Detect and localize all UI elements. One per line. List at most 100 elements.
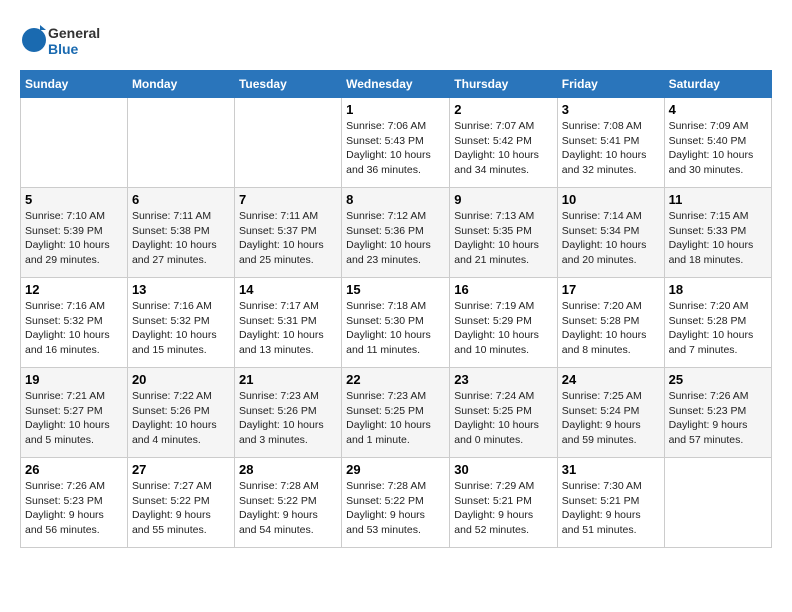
calendar-cell	[21, 98, 128, 188]
calendar-cell: 5Sunrise: 7:10 AM Sunset: 5:39 PM Daylig…	[21, 188, 128, 278]
calendar-cell: 8 Sunrise: 7:12 AM Sunset: 5:36 PM Daylig…	[342, 188, 450, 278]
day-info: Sunrise: 7:15 AM Sunset: 5:33 PM Dayligh…	[669, 210, 754, 266]
day-number: 10	[562, 192, 660, 207]
day-info: Sunrise: 7:23 AM Sunset: 5:26 PM Dayligh…	[239, 390, 324, 446]
calendar-cell: 16 Sunrise: 7:19 AM Sunset: 5:29 PM Dayli…	[450, 278, 558, 368]
day-info: Sunrise: 7:16 AM Sunset: 5:32 PM Dayligh…	[25, 300, 110, 356]
day-info: Sunrise: 7:11 AM Sunset: 5:38 PM Dayligh…	[132, 210, 217, 266]
day-number: 18	[669, 282, 767, 297]
calendar-cell: 11 Sunrise: 7:15 AM Sunset: 5:33 PM Dayli…	[664, 188, 771, 278]
weekday-header-row: SundayMondayTuesdayWednesdayThursdayFrid…	[21, 71, 772, 98]
day-number: 8	[346, 192, 445, 207]
day-number: 19	[25, 372, 123, 387]
day-number: 3	[562, 102, 660, 117]
calendar-body: 1 Sunrise: 7:06 AM Sunset: 5:43 PM Daylig…	[21, 98, 772, 548]
day-info: Sunrise: 7:07 AM Sunset: 5:42 PM Dayligh…	[454, 120, 539, 176]
calendar-cell: 31 Sunrise: 7:30 AM Sunset: 5:21 PM Dayli…	[557, 458, 664, 548]
calendar-week-row: 12 Sunrise: 7:16 AM Sunset: 5:32 PM Dayli…	[21, 278, 772, 368]
day-info: Sunrise: 7:25 AM Sunset: 5:24 PM Dayligh…	[562, 390, 642, 446]
calendar-cell: 9Sunrise: 7:13 AM Sunset: 5:35 PM Daylig…	[450, 188, 558, 278]
day-info: Sunrise: 7:09 AM Sunset: 5:40 PM Dayligh…	[669, 120, 754, 176]
logo-svg: GeneralBlue	[20, 20, 110, 60]
day-info: Sunrise: 7:27 AM Sunset: 5:22 PM Dayligh…	[132, 480, 212, 536]
calendar-cell: 21 Sunrise: 7:23 AM Sunset: 5:26 PM Dayli…	[234, 368, 341, 458]
calendar-cell: 25Sunrise: 7:26 AM Sunset: 5:23 PM Dayli…	[664, 368, 771, 458]
day-number: 7	[239, 192, 337, 207]
day-number: 27	[132, 462, 230, 477]
calendar-cell: 19 Sunrise: 7:21 AM Sunset: 5:27 PM Dayli…	[21, 368, 128, 458]
day-info: Sunrise: 7:16 AM Sunset: 5:32 PM Dayligh…	[132, 300, 217, 356]
calendar-cell	[127, 98, 234, 188]
calendar-cell: 10 Sunrise: 7:14 AM Sunset: 5:34 PM Dayli…	[557, 188, 664, 278]
day-info: Sunrise: 7:10 AM Sunset: 5:39 PM Dayligh…	[25, 210, 110, 266]
day-info: Sunrise: 7:06 AM Sunset: 5:43 PM Dayligh…	[346, 120, 431, 176]
day-info: Sunrise: 7:28 AM Sunset: 5:22 PM Dayligh…	[346, 480, 426, 536]
day-number: 29	[346, 462, 445, 477]
calendar-cell: 4 Sunrise: 7:09 AM Sunset: 5:40 PM Daylig…	[664, 98, 771, 188]
day-info: Sunrise: 7:20 AM Sunset: 5:28 PM Dayligh…	[669, 300, 754, 356]
calendar-cell: 12 Sunrise: 7:16 AM Sunset: 5:32 PM Dayli…	[21, 278, 128, 368]
day-info: Sunrise: 7:17 AM Sunset: 5:31 PM Dayligh…	[239, 300, 324, 356]
calendar-cell: 22Sunrise: 7:23 AM Sunset: 5:25 PM Dayli…	[342, 368, 450, 458]
day-number: 11	[669, 192, 767, 207]
day-info: Sunrise: 7:20 AM Sunset: 5:28 PM Dayligh…	[562, 300, 647, 356]
weekday-header-friday: Friday	[557, 71, 664, 98]
day-number: 21	[239, 372, 337, 387]
day-info: Sunrise: 7:29 AM Sunset: 5:21 PM Dayligh…	[454, 480, 534, 536]
calendar-cell: 15Sunrise: 7:18 AM Sunset: 5:30 PM Dayli…	[342, 278, 450, 368]
day-info: Sunrise: 7:26 AM Sunset: 5:23 PM Dayligh…	[25, 480, 105, 536]
calendar-week-row: 5Sunrise: 7:10 AM Sunset: 5:39 PM Daylig…	[21, 188, 772, 278]
day-number: 20	[132, 372, 230, 387]
calendar-cell	[664, 458, 771, 548]
svg-text:General: General	[48, 25, 100, 41]
day-number: 12	[25, 282, 123, 297]
day-info: Sunrise: 7:28 AM Sunset: 5:22 PM Dayligh…	[239, 480, 319, 536]
logo: GeneralBlue	[20, 20, 110, 60]
calendar-week-row: 19 Sunrise: 7:21 AM Sunset: 5:27 PM Dayli…	[21, 368, 772, 458]
day-number: 28	[239, 462, 337, 477]
calendar-cell: 29 Sunrise: 7:28 AM Sunset: 5:22 PM Dayli…	[342, 458, 450, 548]
day-number: 25	[669, 372, 767, 387]
day-number: 23	[454, 372, 553, 387]
day-number: 26	[25, 462, 123, 477]
calendar-cell: 30Sunrise: 7:29 AM Sunset: 5:21 PM Dayli…	[450, 458, 558, 548]
day-info: Sunrise: 7:13 AM Sunset: 5:35 PM Dayligh…	[454, 210, 539, 266]
weekday-header-thursday: Thursday	[450, 71, 558, 98]
calendar-cell: 13 Sunrise: 7:16 AM Sunset: 5:32 PM Dayli…	[127, 278, 234, 368]
calendar-cell: 2 Sunrise: 7:07 AM Sunset: 5:42 PM Daylig…	[450, 98, 558, 188]
day-number: 17	[562, 282, 660, 297]
calendar-table: SundayMondayTuesdayWednesdayThursdayFrid…	[20, 70, 772, 548]
calendar-cell: 3 Sunrise: 7:08 AM Sunset: 5:41 PM Daylig…	[557, 98, 664, 188]
day-number: 24	[562, 372, 660, 387]
calendar-cell	[234, 98, 341, 188]
day-info: Sunrise: 7:11 AM Sunset: 5:37 PM Dayligh…	[239, 210, 324, 266]
day-number: 1	[346, 102, 445, 117]
calendar-cell: 6 Sunrise: 7:11 AM Sunset: 5:38 PM Daylig…	[127, 188, 234, 278]
day-number: 4	[669, 102, 767, 117]
day-info: Sunrise: 7:24 AM Sunset: 5:25 PM Dayligh…	[454, 390, 539, 446]
day-info: Sunrise: 7:21 AM Sunset: 5:27 PM Dayligh…	[25, 390, 110, 446]
calendar-cell: 27 Sunrise: 7:27 AM Sunset: 5:22 PM Dayli…	[127, 458, 234, 548]
weekday-header-wednesday: Wednesday	[342, 71, 450, 98]
day-number: 13	[132, 282, 230, 297]
calendar-cell: 24 Sunrise: 7:25 AM Sunset: 5:24 PM Dayli…	[557, 368, 664, 458]
day-number: 22	[346, 372, 445, 387]
day-info: Sunrise: 7:14 AM Sunset: 5:34 PM Dayligh…	[562, 210, 647, 266]
svg-text:Blue: Blue	[48, 41, 79, 57]
calendar-cell: 7 Sunrise: 7:11 AM Sunset: 5:37 PM Daylig…	[234, 188, 341, 278]
day-info: Sunrise: 7:12 AM Sunset: 5:36 PM Dayligh…	[346, 210, 431, 266]
calendar-header: SundayMondayTuesdayWednesdayThursdayFrid…	[21, 71, 772, 98]
calendar-cell: 1 Sunrise: 7:06 AM Sunset: 5:43 PM Daylig…	[342, 98, 450, 188]
weekday-header-saturday: Saturday	[664, 71, 771, 98]
day-number: 15	[346, 282, 445, 297]
calendar-cell: 28 Sunrise: 7:28 AM Sunset: 5:22 PM Dayli…	[234, 458, 341, 548]
weekday-header-sunday: Sunday	[21, 71, 128, 98]
day-number: 6	[132, 192, 230, 207]
day-info: Sunrise: 7:08 AM Sunset: 5:41 PM Dayligh…	[562, 120, 647, 176]
day-info: Sunrise: 7:30 AM Sunset: 5:21 PM Dayligh…	[562, 480, 642, 536]
day-number: 31	[562, 462, 660, 477]
day-number: 16	[454, 282, 553, 297]
day-number: 2	[454, 102, 553, 117]
calendar-cell: 17 Sunrise: 7:20 AM Sunset: 5:28 PM Dayli…	[557, 278, 664, 368]
day-info: Sunrise: 7:19 AM Sunset: 5:29 PM Dayligh…	[454, 300, 539, 356]
